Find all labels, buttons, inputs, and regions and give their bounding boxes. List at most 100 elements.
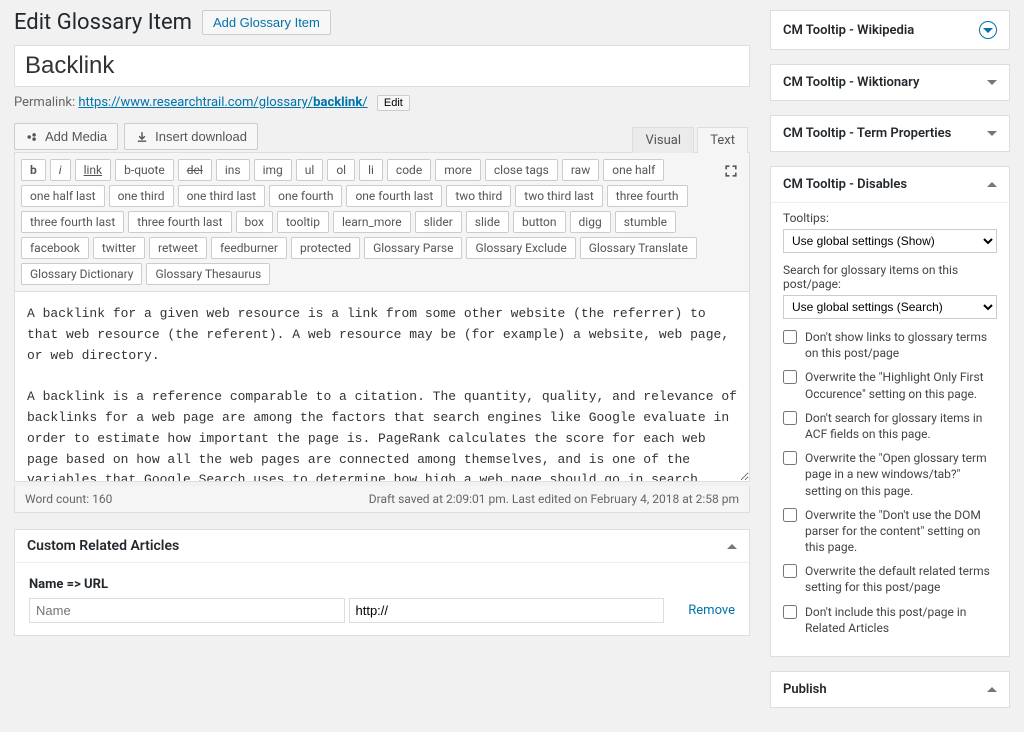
quicktag-li[interactable]: li: [359, 159, 383, 181]
quicktag-three-fourth-last[interactable]: three fourth last: [128, 211, 231, 233]
quicktag-three-fourth-last[interactable]: three fourth last: [21, 211, 124, 233]
tooltips-label: Tooltips:: [783, 211, 997, 225]
tab-text[interactable]: Text: [697, 127, 748, 153]
disable-checkbox-1[interactable]: [783, 370, 797, 384]
disable-check-row: Overwrite the "Open glossary term page i…: [783, 450, 997, 499]
quicktag-Glossary-Thesaurus[interactable]: Glossary Thesaurus: [146, 263, 270, 285]
quicktag-slide[interactable]: slide: [466, 211, 509, 233]
quicktag-Glossary-Dictionary[interactable]: Glossary Dictionary: [21, 263, 142, 285]
quicktag-two-third[interactable]: two third: [446, 185, 511, 207]
disable-checkbox-5[interactable]: [783, 564, 797, 578]
disable-check-label: Overwrite the "Don't use the DOM parser …: [805, 507, 997, 556]
disable-checkbox-2[interactable]: [783, 411, 797, 425]
disable-check-row: Overwrite the "Don't use the DOM parser …: [783, 507, 997, 556]
quicktag-stumble[interactable]: stumble: [615, 211, 676, 233]
text-editor-toolbar: bilinkb-quotedelinsimgulollicodemoreclos…: [14, 153, 750, 292]
disable-checkbox-3[interactable]: [783, 451, 797, 465]
quicktag-facebook[interactable]: facebook: [21, 237, 89, 259]
related-row: Remove: [27, 596, 737, 625]
save-status: Draft saved at 2:09:01 pm. Last edited o…: [369, 492, 739, 506]
quicktag-one-fourth-last[interactable]: one fourth last: [346, 185, 442, 207]
caret-up-icon: [727, 544, 737, 549]
quicktag-img[interactable]: img: [254, 159, 292, 181]
disable-checkbox-4[interactable]: [783, 508, 797, 522]
quicktag-learn_more[interactable]: learn_more: [333, 211, 411, 233]
disable-check-label: Overwrite the default related terms sett…: [805, 563, 997, 595]
sidebox-wikipedia-header[interactable]: CM Tooltip - Wikipedia: [771, 11, 1009, 49]
quicktag-one-third[interactable]: one third: [109, 185, 174, 207]
sidebox-disables-header[interactable]: CM Tooltip - Disables: [771, 167, 1009, 202]
disable-check-row: Don't search for glossary items in ACF f…: [783, 410, 997, 442]
related-remove-link[interactable]: Remove: [688, 603, 735, 618]
word-count: Word count: 160: [25, 492, 112, 506]
caret-up-icon: [987, 182, 997, 187]
related-url-input[interactable]: [349, 598, 665, 623]
quicktag-protected[interactable]: protected: [291, 237, 360, 259]
sidebox-publish-header[interactable]: Publish: [771, 672, 1009, 707]
sidebox-term-props-header[interactable]: CM Tooltip - Term Properties: [771, 116, 1009, 151]
disable-check-label: Don't search for glossary items in ACF f…: [805, 410, 997, 442]
media-icon: [25, 130, 39, 144]
quicktag-ol[interactable]: ol: [327, 159, 355, 181]
quicktag-ul[interactable]: ul: [296, 159, 324, 181]
quicktag-Glossary-Parse[interactable]: Glossary Parse: [364, 237, 462, 259]
quicktag-Glossary-Exclude[interactable]: Glossary Exclude: [466, 237, 575, 259]
disable-check-label: Overwrite the "Highlight Only First Occu…: [805, 369, 997, 401]
post-title-input[interactable]: [14, 45, 750, 87]
quicktag-retweet[interactable]: retweet: [149, 237, 207, 259]
download-icon: [135, 130, 149, 144]
quicktag-i[interactable]: i: [50, 159, 71, 181]
disable-checkbox-0[interactable]: [783, 330, 797, 344]
permalink-link[interactable]: https://www.researchtrail.com/glossary/b…: [78, 95, 367, 110]
quicktag-box[interactable]: box: [236, 211, 273, 233]
quicktag-one-half-last[interactable]: one half last: [21, 185, 105, 207]
permalink-label: Permalink:: [14, 95, 75, 110]
related-name-input[interactable]: [29, 598, 345, 623]
disable-check-row: Overwrite the default related terms sett…: [783, 563, 997, 595]
quicktag-feedburner[interactable]: feedburner: [211, 237, 287, 259]
quicktag-one-third-last[interactable]: one third last: [178, 185, 266, 207]
disable-check-label: Overwrite the "Open glossary term page i…: [805, 450, 997, 499]
quicktag-three-fourth[interactable]: three fourth: [607, 185, 688, 207]
quicktag-close-tags[interactable]: close tags: [485, 159, 558, 181]
related-header-label: Name => URL: [27, 573, 737, 596]
disable-check-label: Don't include this post/page in Related …: [805, 604, 997, 636]
quicktag-one-fourth[interactable]: one fourth: [269, 185, 342, 207]
quicktag-tooltip[interactable]: tooltip: [277, 211, 329, 233]
permalink-row: Permalink: https://www.researchtrail.com…: [14, 91, 750, 123]
quicktag-slider[interactable]: slider: [415, 211, 462, 233]
add-media-button[interactable]: Add Media: [14, 123, 118, 150]
quicktag-one-half[interactable]: one half: [603, 159, 664, 181]
quicktag-button[interactable]: button: [513, 211, 566, 233]
quicktag-two-third-last[interactable]: two third last: [515, 185, 602, 207]
circle-caret-icon: [979, 21, 997, 39]
quicktag-code[interactable]: code: [387, 159, 431, 181]
insert-download-button[interactable]: Insert download: [124, 123, 258, 150]
quicktag-link[interactable]: link: [75, 159, 112, 181]
edit-slug-button[interactable]: Edit: [377, 95, 410, 111]
fullscreen-icon[interactable]: [723, 163, 739, 179]
quicktag-b-quote[interactable]: b-quote: [115, 159, 174, 181]
quicktag-twitter[interactable]: twitter: [93, 237, 145, 259]
content-textarea[interactable]: A backlink for a given web resource is a…: [14, 292, 750, 482]
quicktag-digg[interactable]: digg: [570, 211, 611, 233]
quicktag-del[interactable]: del: [178, 159, 212, 181]
caret-down-icon: [987, 131, 997, 136]
quicktag-b[interactable]: b: [21, 159, 46, 181]
sidebox-wiktionary-header[interactable]: CM Tooltip - Wiktionary: [771, 65, 1009, 100]
custom-related-articles-header[interactable]: Custom Related Articles: [15, 530, 749, 563]
quicktag-raw[interactable]: raw: [562, 159, 599, 181]
caret-down-icon: [987, 80, 997, 85]
caret-up-icon: [987, 687, 997, 692]
quicktag-Glossary-Translate[interactable]: Glossary Translate: [580, 237, 697, 259]
search-select[interactable]: Use global settings (Search): [783, 295, 997, 319]
editor-status-bar: Word count: 160 Draft saved at 2:09:01 p…: [14, 486, 750, 513]
disable-checkbox-6[interactable]: [783, 605, 797, 619]
add-glossary-item-button[interactable]: Add Glossary Item: [202, 10, 331, 35]
tooltips-select[interactable]: Use global settings (Show): [783, 229, 997, 253]
tab-visual[interactable]: Visual: [632, 127, 694, 153]
custom-related-articles-box: Custom Related Articles Name => URL Remo…: [14, 529, 750, 636]
quicktag-ins[interactable]: ins: [216, 159, 250, 181]
disable-check-row: Don't include this post/page in Related …: [783, 604, 997, 636]
quicktag-more[interactable]: more: [435, 159, 481, 181]
